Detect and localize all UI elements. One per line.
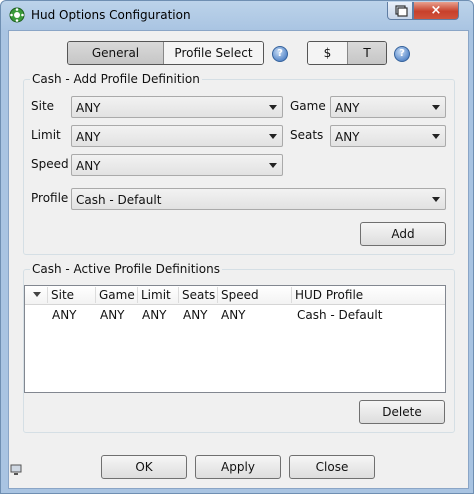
- close-window-button[interactable]: ×: [413, 2, 459, 20]
- help-icon[interactable]: ?: [394, 46, 410, 62]
- close-button[interactable]: Close: [289, 455, 375, 479]
- column-site[interactable]: Site: [51, 288, 74, 302]
- cell-seats: ANY: [183, 308, 208, 322]
- window-title: Hud Options Configuration: [31, 8, 191, 22]
- ok-button[interactable]: OK: [101, 455, 187, 479]
- cell-site: ANY: [52, 308, 77, 322]
- chevron-down-icon: [432, 197, 440, 202]
- profile-definitions-list[interactable]: Site Game Limit Seats Speed HUD Profile …: [24, 285, 446, 393]
- table-row[interactable]: ANY ANY ANY ANY ANY Cash - Default: [25, 305, 445, 325]
- site-label: Site: [31, 99, 55, 113]
- options-window: Hud Options Configuration × General Sett…: [0, 0, 474, 494]
- chevron-down-icon: [269, 105, 277, 110]
- currency-toggle: $ T: [307, 41, 387, 65]
- dollar-tab[interactable]: $: [308, 42, 348, 64]
- monitor-icon: [10, 464, 22, 475]
- column-hud-profile[interactable]: HUD Profile: [295, 288, 363, 302]
- profile-select[interactable]: Cash - Default: [71, 188, 446, 210]
- cell-limit: ANY: [142, 308, 167, 322]
- cell-hud-profile: Cash - Default: [297, 308, 383, 322]
- column-limit[interactable]: Limit: [141, 288, 171, 302]
- restore-icon: [395, 5, 408, 17]
- site-value: ANY: [76, 101, 101, 115]
- add-button[interactable]: Add: [360, 222, 446, 246]
- apply-button[interactable]: Apply: [195, 455, 281, 479]
- game-label: Game: [290, 99, 326, 113]
- sort-chevron-icon[interactable]: [33, 292, 41, 298]
- limit-select[interactable]: ANY: [71, 125, 283, 147]
- seats-label: Seats: [290, 128, 324, 142]
- column-game[interactable]: Game: [99, 288, 135, 302]
- active-profiles-group-title: Cash - Active Profile Definitions: [30, 262, 222, 276]
- mode-toggle: General Settings Profile Select: [67, 41, 264, 65]
- cell-game: ANY: [100, 308, 125, 322]
- site-select[interactable]: ANY: [71, 96, 283, 118]
- column-seats[interactable]: Seats: [182, 288, 215, 302]
- list-header: Site Game Limit Seats Speed HUD Profile: [25, 286, 445, 305]
- t-tab[interactable]: T: [348, 42, 386, 64]
- chevron-down-icon: [432, 134, 440, 139]
- column-speed[interactable]: Speed: [221, 288, 259, 302]
- chevron-down-icon: [269, 134, 277, 139]
- speed-select[interactable]: ANY: [71, 154, 283, 176]
- cell-speed: ANY: [221, 308, 246, 322]
- limit-label: Limit: [31, 128, 61, 142]
- seats-value: ANY: [335, 130, 360, 144]
- game-value: ANY: [335, 101, 360, 115]
- title-bar[interactable]: Hud Options Configuration ×: [1, 1, 473, 31]
- profile-label: Profile: [31, 191, 69, 205]
- general-settings-tab[interactable]: General Settings: [68, 42, 164, 64]
- help-icon[interactable]: ?: [272, 46, 288, 62]
- delete-button[interactable]: Delete: [359, 400, 445, 424]
- app-icon: [9, 7, 25, 23]
- add-profile-group-title: Cash - Add Profile Definition: [30, 72, 202, 86]
- profile-select-tab[interactable]: Profile Select: [164, 42, 263, 64]
- profile-value: Cash - Default: [76, 193, 162, 207]
- limit-value: ANY: [76, 130, 101, 144]
- chevron-down-icon: [269, 163, 277, 168]
- close-icon: ×: [430, 3, 442, 18]
- game-select[interactable]: ANY: [330, 96, 446, 118]
- seats-select[interactable]: ANY: [330, 125, 446, 147]
- chevron-down-icon: [432, 105, 440, 110]
- restore-button[interactable]: [387, 2, 413, 20]
- speed-value: ANY: [76, 159, 101, 173]
- speed-label: Speed: [31, 157, 69, 171]
